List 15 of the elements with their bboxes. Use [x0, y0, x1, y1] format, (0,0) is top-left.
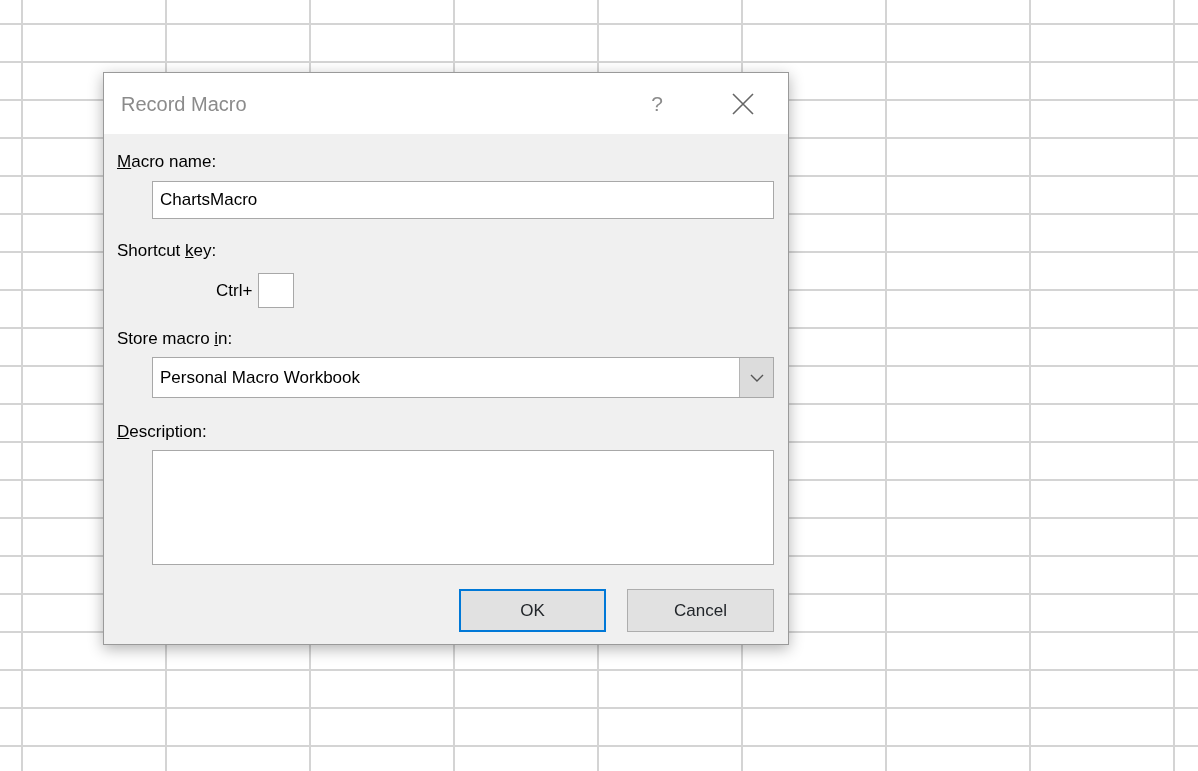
description-field[interactable] [152, 450, 774, 565]
ok-button[interactable]: OK [459, 589, 606, 632]
close-icon[interactable] [732, 92, 754, 115]
field-label: Macro name: [117, 152, 218, 172]
shortcut-field[interactable] [258, 273, 295, 308]
window-title: Record Macro [121, 91, 248, 117]
field-label: Shortcut key: [117, 241, 218, 261]
dropdown-field[interactable]: Personal Macro Workbook [152, 357, 774, 398]
field-label: Store macro in: [117, 329, 234, 349]
dropdown-button[interactable] [739, 358, 773, 397]
field-label: Description: [117, 422, 208, 442]
cancel-button[interactable]: Cancel [627, 589, 774, 632]
ctrl-label: Ctrl+ [216, 280, 253, 301]
text-field[interactable]: ChartsMacro [152, 181, 774, 219]
chevron-down-icon [749, 373, 764, 382]
